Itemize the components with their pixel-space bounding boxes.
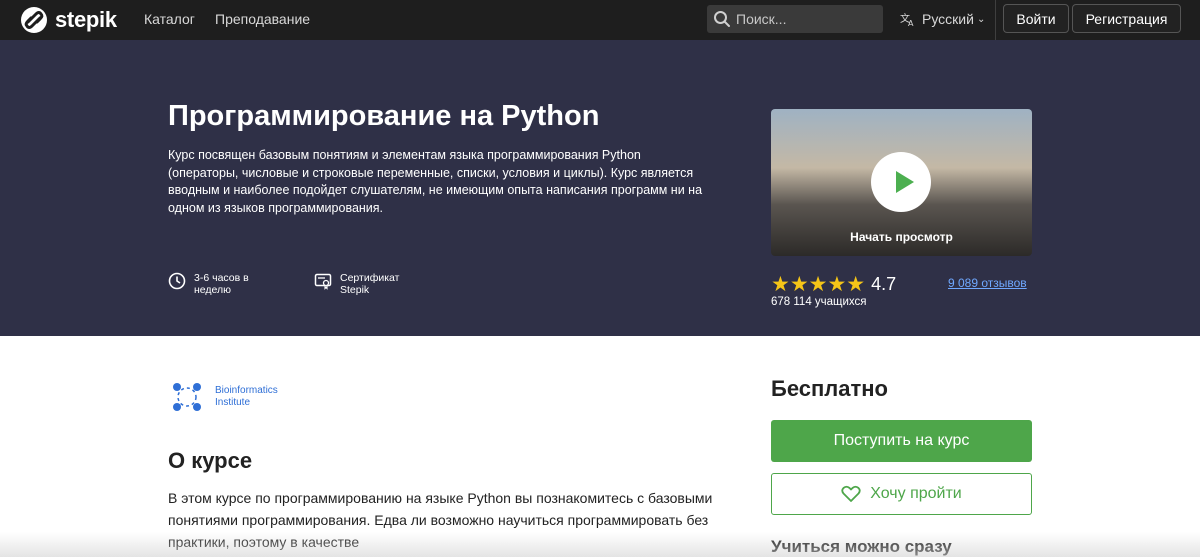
register-button[interactable]: Регистрация: [1072, 4, 1181, 33]
svg-text:A: A: [908, 19, 914, 27]
stepik-logo[interactable]: stepik: [20, 6, 117, 34]
search-box[interactable]: [707, 5, 883, 33]
reviews-link[interactable]: 9 089 отзывов: [948, 276, 1027, 290]
course-promo-video[interactable]: Начать просмотр: [771, 109, 1032, 256]
play-icon: [896, 171, 914, 193]
workload-text: 3-6 часов в неделю: [194, 272, 249, 296]
wishlist-label: Хочу пройти: [870, 485, 962, 502]
search-icon: [714, 11, 730, 27]
chevron-down-icon: ⌄: [976, 13, 986, 25]
certificate-icon: [314, 273, 332, 290]
learners-count: 678 114 учащихся: [771, 296, 867, 308]
bioinformatics-institute-logo-icon: [173, 383, 201, 411]
topbar-divider: [995, 0, 996, 40]
workload-info: 3-6 часов в неделю: [168, 272, 274, 296]
course-hero: Программирование на Python Курс посвящен…: [0, 40, 1200, 336]
nav-teaching-link[interactable]: Преподавание: [215, 11, 310, 27]
author-name: Bioinformatics Institute: [215, 385, 278, 408]
wishlist-button[interactable]: Хочу пройти: [771, 473, 1032, 515]
course-price: Бесплатно: [771, 376, 888, 401]
certificate-text: Сертификат Stepik: [340, 272, 400, 296]
rating-stars-icon: ★★★★★: [771, 273, 866, 296]
author-block[interactable]: Bioinformatics Institute: [171, 381, 305, 413]
course-title: Программирование на Python: [168, 100, 600, 132]
about-text: В этом курсе по программированию на язык…: [168, 490, 713, 550]
rating-value: 4.7: [871, 274, 897, 294]
language-selector[interactable]: 文 A Русский ⌄: [900, 11, 985, 27]
learn-now-heading: Учиться можно сразу: [771, 537, 952, 556]
course-rating: ★★★★★ 4.7: [771, 272, 896, 297]
certificate-info: Сертификат Stepik: [314, 272, 420, 296]
logo-text: stepik: [55, 7, 117, 32]
heart-icon: [841, 485, 861, 502]
play-button[interactable]: [871, 152, 931, 212]
enroll-button[interactable]: Поступить на курс: [771, 420, 1032, 462]
course-description: Курс посвящен базовым понятиям и элемент…: [168, 148, 703, 215]
search-input[interactable]: [736, 11, 876, 27]
stepik-logo-icon: [21, 7, 47, 33]
nav-catalog-link[interactable]: Каталог: [144, 11, 195, 27]
login-button[interactable]: Войти: [1003, 4, 1069, 33]
top-navigation-bar: stepik Каталог Преподавание 文 A Русский …: [0, 0, 1200, 40]
video-start-label: Начать просмотр: [850, 230, 953, 244]
clock-icon: [168, 272, 186, 290]
translate-icon: 文 A: [900, 12, 914, 27]
about-title: О курсе: [168, 448, 253, 473]
language-label: Русский: [922, 11, 974, 27]
